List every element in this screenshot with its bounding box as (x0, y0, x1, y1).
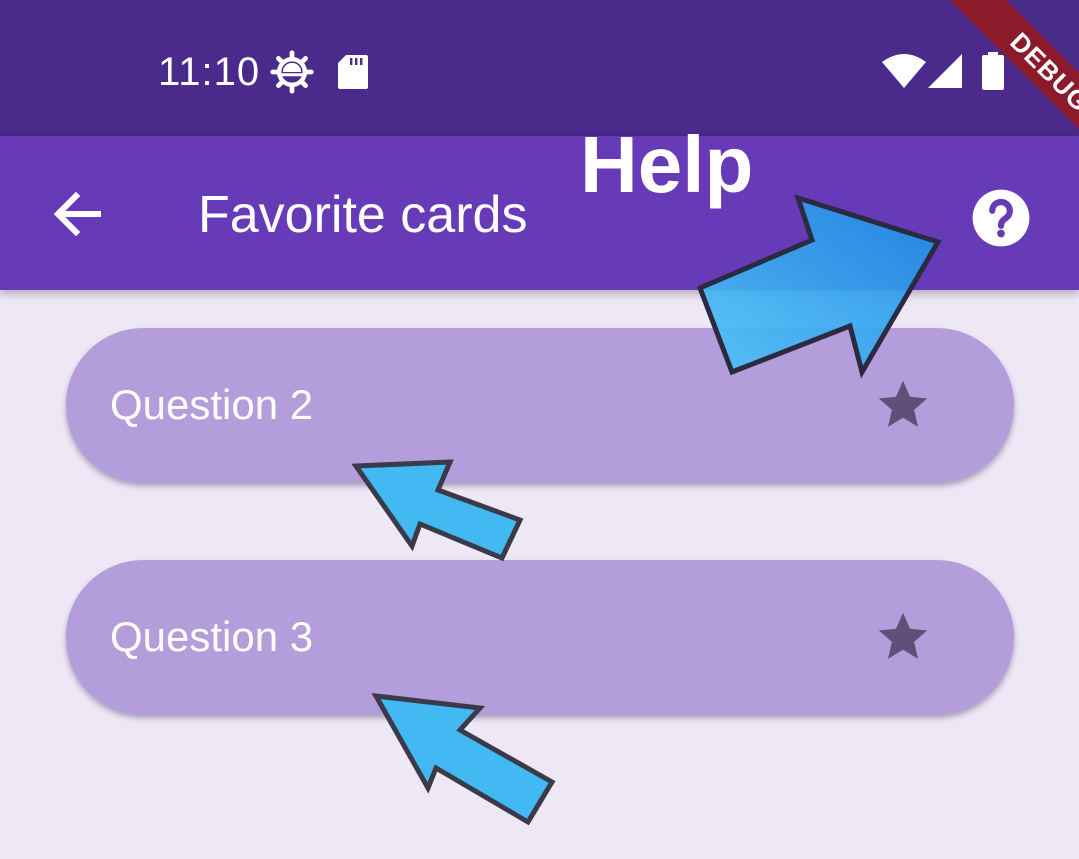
settings-gear-icon (270, 50, 314, 94)
star-icon[interactable] (874, 376, 932, 434)
card-question-2[interactable]: Question 2 (66, 328, 1014, 482)
sd-card-icon (338, 55, 368, 89)
card-label: Question 2 (110, 381, 314, 428)
card-question-3[interactable]: Question 3 (66, 560, 1014, 714)
status-time: 11:10 (158, 50, 261, 94)
app-bar: Favorite cards (0, 136, 1079, 290)
page-title: Favorite cards (198, 186, 528, 244)
card-label: Question 3 (110, 613, 314, 660)
help-icon[interactable] (970, 187, 1032, 249)
star-icon[interactable] (874, 608, 932, 666)
wifi-icon (882, 54, 926, 88)
annotation-help-label: Help (580, 120, 754, 209)
battery-icon (982, 52, 1004, 90)
status-bar: 11:10 (0, 0, 1079, 136)
annotation-arrow-card-2 (371, 692, 556, 826)
back-arrow-icon[interactable] (46, 186, 108, 242)
cell-signal-icon (928, 54, 962, 88)
